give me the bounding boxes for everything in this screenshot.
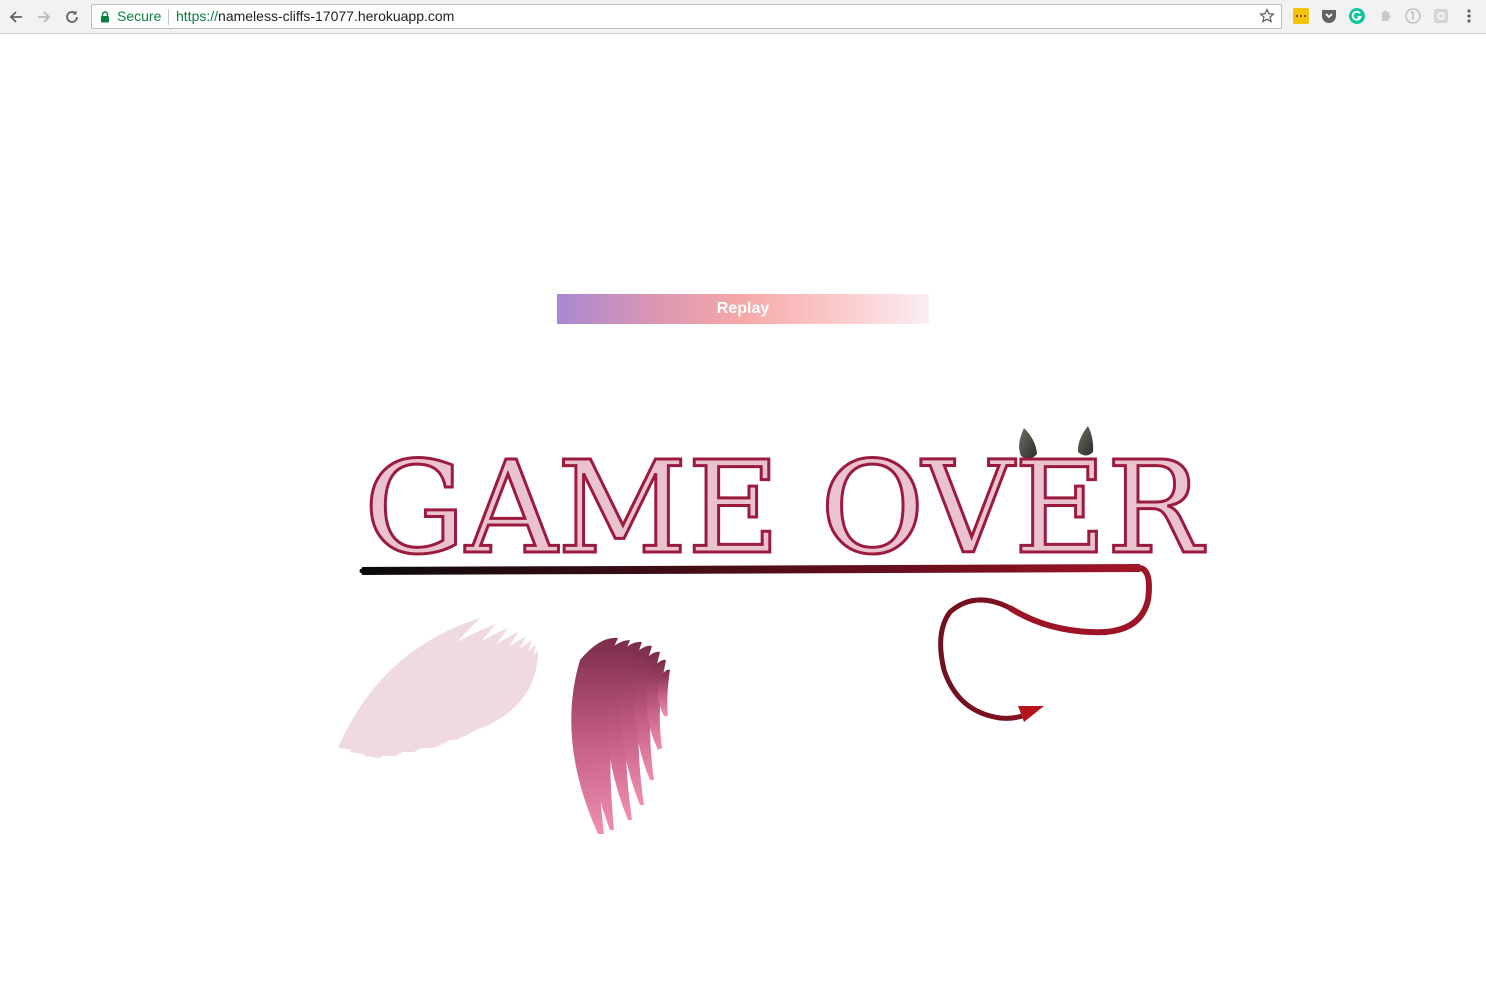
pocket-icon[interactable] [1320,7,1338,25]
info-icon[interactable] [1404,7,1422,25]
menu-dots-icon[interactable] [1460,7,1478,25]
lock-icon [100,10,110,28]
devil-wing-icon [571,637,670,834]
address-bar[interactable]: Secure https://nameless-cliffs-17077.her… [91,4,1282,29]
back-button[interactable] [4,5,28,29]
puzzle-icon[interactable] [1376,7,1394,25]
url-text[interactable]: https://nameless-cliffs-17077.herokuapp.… [176,8,454,24]
divider [168,9,169,25]
replay-button[interactable]: Replay [557,294,929,324]
forward-arrow-icon [38,11,51,23]
browser-toolbar: Secure https://nameless-cliffs-17077.her… [0,0,1486,34]
back-arrow-icon [9,11,22,23]
settings-icon[interactable] [1432,7,1450,25]
reload-button[interactable] [60,5,84,29]
angel-wing-icon [338,618,538,758]
forward-button[interactable] [32,5,56,29]
url-scheme: https:// [176,8,219,24]
grammarly-icon[interactable] [1348,7,1366,25]
extension-icon[interactable] [1292,7,1310,25]
url-host: nameless-cliffs-17077.herokuapp.com [218,8,455,24]
star-icon[interactable] [1258,7,1276,29]
reload-icon [66,10,78,23]
secure-label: Secure [117,8,162,24]
game-over-title: GAME OVER [363,434,1204,582]
